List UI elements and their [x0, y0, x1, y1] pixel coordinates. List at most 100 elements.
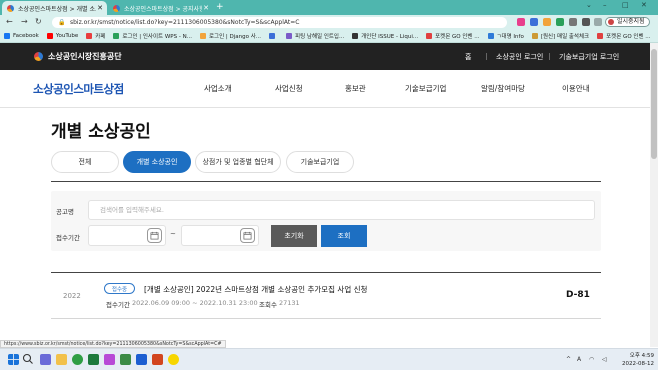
bookmark-label: 포켓몬 GO 인벤 ... — [606, 33, 651, 40]
tab-close-icon[interactable]: ✕ — [202, 4, 210, 12]
back-button[interactable]: ← — [6, 17, 13, 26]
bookmark-favicon-icon — [199, 32, 206, 39]
kakaotalk-icon[interactable] — [168, 354, 179, 365]
avatar — [608, 19, 614, 25]
bookmark-item[interactable]: Facebook — [4, 32, 39, 39]
excel-icon[interactable] — [88, 354, 99, 365]
system-clock[interactable]: 오후 4:59 2022-08-12 — [620, 352, 654, 368]
chrome-icon[interactable] — [72, 354, 83, 365]
browser-tab-active[interactable]: 소상공인스마트상점 > 개별 소... ✕ — [2, 1, 107, 15]
extension-icon[interactable] — [517, 18, 525, 26]
bookmark-favicon-icon — [487, 32, 494, 39]
brand-logo[interactable]: 소상공인스마트상점 — [33, 81, 124, 97]
extensions-puzzle-icon[interactable] — [582, 18, 590, 26]
keyword-input[interactable] — [88, 200, 595, 220]
reload-button[interactable]: ↻ — [35, 17, 42, 26]
bookmark-item[interactable]: YouTube — [46, 32, 78, 39]
org-logo-icon[interactable] — [34, 52, 43, 61]
site-favicon-icon — [7, 4, 14, 12]
tab-search-icon[interactable]: ⌄ — [586, 1, 592, 9]
search-icon[interactable] — [22, 353, 34, 365]
windows-start-icon[interactable] — [8, 354, 19, 365]
reset-button[interactable]: 초기화 — [271, 225, 317, 247]
notice-year: 2022 — [63, 292, 81, 300]
file-explorer-icon[interactable] — [56, 354, 67, 365]
bookmark-item[interactable]: 포켓몬 GO 인벤 ... — [426, 32, 480, 40]
bookmark-item[interactable] — [269, 32, 278, 39]
calendar-icon[interactable] — [147, 228, 162, 243]
menu-item-notice[interactable]: 알림/참여마당 — [481, 83, 525, 94]
page-scrollbar[interactable] — [650, 43, 658, 347]
bookmark-item[interactable]: 개인단 ISSUE - Liqui... — [352, 32, 418, 40]
section-divider — [51, 181, 601, 182]
bookmark-item[interactable]: 카페 — [86, 32, 105, 40]
divider — [486, 53, 487, 60]
bookmark-favicon-icon — [86, 32, 93, 39]
calendar-icon[interactable] — [240, 228, 255, 243]
minimize-button[interactable]: – — [603, 1, 607, 9]
menu-item-guide[interactable]: 이용안내 — [562, 83, 590, 94]
views-label: 조회수 — [259, 301, 277, 309]
bookmark-item[interactable]: 피팅 남해일 인트입... — [286, 32, 344, 40]
bookmark-item[interactable]: 포켓몬 GO 인벤 ... — [597, 32, 651, 40]
bookmark-item[interactable]: ㄱ대명 Info — [487, 32, 524, 40]
extension-icon[interactable] — [569, 18, 577, 26]
bookmark-label: 피팅 남해일 인트입... — [295, 33, 345, 40]
bookmark-favicon-icon — [426, 32, 433, 39]
search-button[interactable]: 조회 — [321, 225, 367, 247]
ime-indicator[interactable]: A — [577, 356, 581, 363]
bookmark-favicon-icon — [352, 32, 359, 39]
browser-tab-inactive[interactable]: 소상공인스마트상점 > 공지사항... ✕ — [108, 1, 213, 15]
app-icon[interactable] — [120, 354, 131, 365]
merchant-login-link[interactable]: 소상공인 로그인 — [496, 52, 543, 62]
volume-icon[interactable]: ◁ — [602, 356, 607, 363]
home-link[interactable]: 홈 — [465, 52, 471, 62]
lock-icon: 🔒 — [58, 19, 66, 26]
new-tab-button[interactable]: + — [216, 2, 224, 12]
period-meta-value: 2022.06.09 09:00 ~ 2022.10.31 23:00 — [132, 299, 258, 307]
tab-individual-merchant[interactable]: 개별 소상공인 — [123, 151, 191, 173]
bookmarks-bar: Facebook YouTube 카페 로그인 | 인사이트 WPS - N... 로그… — [0, 29, 658, 43]
sidebar-icon[interactable] — [594, 18, 602, 26]
page-title: 개별 소상공인 — [51, 122, 151, 142]
forward-button[interactable]: → — [21, 17, 28, 26]
tech-company-login-link[interactable]: 기술보급기업 로그인 — [559, 52, 619, 62]
address-bar[interactable]: 🔒 sbiz.or.kr/smst/notice/list.do?key=211… — [52, 17, 507, 28]
task-view-icon[interactable] — [40, 354, 51, 365]
org-name[interactable]: 소상공인시장진흥공단 — [48, 51, 122, 62]
maximize-button[interactable]: □ — [622, 1, 629, 9]
menu-item-promotion[interactable]: 홍보관 — [345, 83, 366, 94]
menu-item-apply[interactable]: 사업신청 — [275, 83, 303, 94]
extension-icon[interactable] — [556, 18, 564, 26]
list-item-divider — [51, 318, 601, 319]
tab-market-association[interactable]: 상점가 및 업종별 협단체 — [195, 151, 281, 173]
scrollbar-thumb[interactable] — [651, 49, 657, 159]
profile-button[interactable]: 일시중지됨 — [605, 17, 650, 27]
tab-tech-company[interactable]: 기술보급기업 — [286, 151, 354, 173]
tab-title: 소상공인스마트상점 > 공지사항... — [124, 5, 202, 13]
powerpoint-icon[interactable] — [152, 354, 163, 365]
bookmark-favicon-icon — [269, 32, 276, 39]
profile-label: 일시중지됨 — [617, 18, 645, 25]
word-icon[interactable] — [136, 354, 147, 365]
range-separator: ~ — [170, 230, 176, 238]
tab-all[interactable]: 전체 — [51, 151, 119, 173]
bookmark-favicon-icon — [46, 32, 53, 39]
tab-close-icon[interactable]: ✕ — [96, 4, 104, 12]
extension-icon[interactable] — [530, 18, 538, 26]
browser-toolbar: ← → ↻ 🔒 sbiz.or.kr/smst/notice/list.do?k… — [0, 15, 658, 29]
bookmark-item[interactable]: 로그인 | Django 사... — [199, 32, 261, 40]
close-window-button[interactable]: ✕ — [641, 1, 647, 9]
bookmark-item[interactable]: [원신] 매일 출석체크 — [531, 32, 589, 40]
menu-item-about[interactable]: 사업소개 — [204, 83, 232, 94]
site-top-bar: 소상공인시장진흥공단 홈 소상공인 로그인 기술보급기업 로그인 — [0, 43, 658, 70]
extension-icon[interactable] — [543, 18, 551, 26]
bookmark-label: 개인단 ISSUE - Liqui... — [361, 33, 419, 40]
app-icon[interactable] — [104, 354, 115, 365]
notice-title[interactable]: [개별 소상공인] 2022년 스마트상점 개별 소상공인 추가모집 사업 신청 — [144, 284, 367, 295]
wifi-icon[interactable]: ◠ — [589, 356, 594, 363]
bookmark-favicon-icon — [531, 32, 538, 39]
tray-expand-icon[interactable]: ^ — [566, 356, 571, 363]
bookmark-item[interactable]: 로그인 | 인사이트 WPS - N... — [113, 32, 192, 40]
menu-item-tech-company[interactable]: 기술보급기업 — [405, 83, 446, 94]
